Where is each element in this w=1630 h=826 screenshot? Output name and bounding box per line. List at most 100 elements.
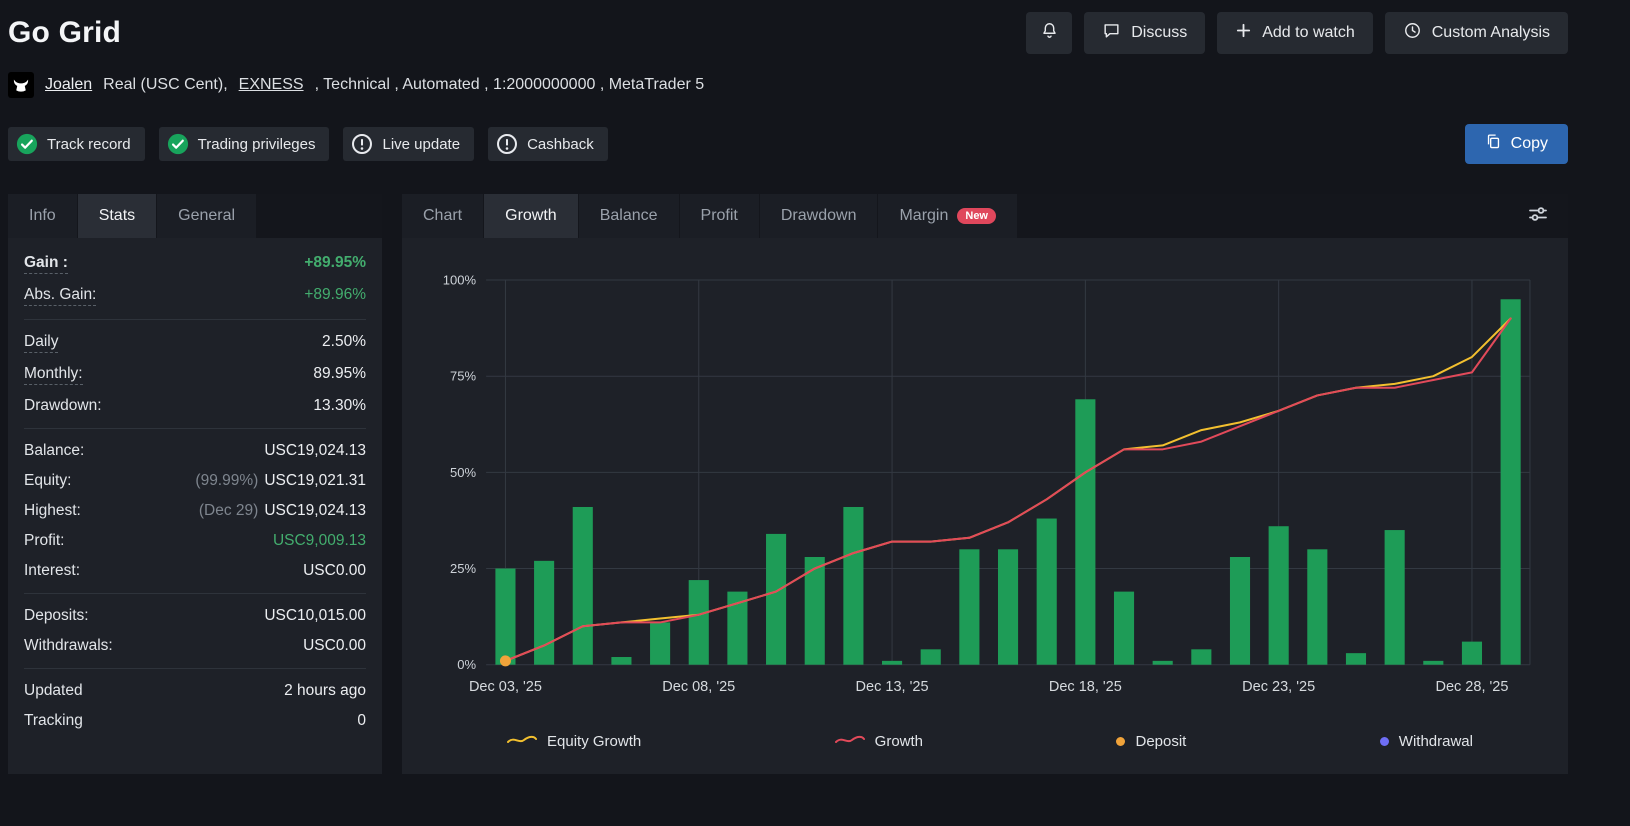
discuss-label: Discuss bbox=[1131, 24, 1188, 41]
stat-row-profit: Profit: USC9,009.13 bbox=[24, 526, 366, 556]
chart-tab-growth[interactable]: Growth bbox=[484, 194, 579, 238]
stat-row-interest: Interest: USC0.00 bbox=[24, 556, 366, 586]
page-title: Go Grid bbox=[8, 16, 122, 49]
stats-tab-general[interactable]: General bbox=[157, 194, 258, 238]
chart-tab-margin[interactable]: Margin New bbox=[878, 194, 1018, 238]
stat-row-monthly: Monthly: 89.95% bbox=[24, 359, 366, 391]
custom-analysis-label: Custom Analysis bbox=[1431, 24, 1550, 41]
stats-panel: Info Stats General Gain : +89.95% Abs. Gain:… bbox=[8, 194, 382, 774]
tab-label: Profit bbox=[700, 207, 738, 224]
stat-value: USC0.00 bbox=[303, 562, 366, 579]
check-icon bbox=[16, 133, 38, 155]
copy-icon bbox=[1485, 133, 1502, 155]
badge-track-record[interactable]: Track record bbox=[8, 127, 145, 161]
stat-row-tracking: Tracking 0 bbox=[24, 706, 366, 736]
chart-settings-button[interactable] bbox=[1526, 202, 1550, 231]
tab-label: Stats bbox=[98, 207, 136, 224]
bull-avatar bbox=[8, 72, 34, 98]
growth-chart[interactable]: 0% 25% 50% 75% 100% Dec 03, '25 Dec 08, '25 Dec… bbox=[424, 264, 1546, 717]
stat-value: USC10,015.00 bbox=[264, 607, 366, 624]
stat-label: Profit: bbox=[24, 532, 65, 549]
exclamation-icon bbox=[496, 133, 518, 155]
stat-value: 13.30% bbox=[313, 397, 366, 414]
legend-item-growth[interactable]: Growth bbox=[834, 732, 924, 750]
legend-label: Equity Growth bbox=[547, 732, 642, 750]
legend-item-equity-growth[interactable]: Equity Growth bbox=[507, 733, 641, 750]
badge-label: Cashback bbox=[527, 135, 594, 153]
stat-label: Withdrawals: bbox=[24, 637, 113, 654]
stat-row-abs-gain: Abs. Gain: +89.96% bbox=[24, 280, 366, 312]
badge-cashback[interactable]: Cashback bbox=[488, 127, 608, 161]
stat-label: Drawdown: bbox=[24, 397, 102, 414]
stats-tab-stats[interactable]: Stats bbox=[77, 194, 158, 238]
stat-value: +89.96% bbox=[304, 286, 366, 303]
stat-row-daily: Daily 2.50% bbox=[24, 327, 366, 359]
account-type: Real (USC Cent), bbox=[103, 76, 228, 93]
svg-text:75%: 75% bbox=[450, 369, 476, 384]
discuss-icon bbox=[1102, 21, 1121, 45]
stat-label: Abs. Gain: bbox=[24, 286, 97, 306]
legend-item-deposit[interactable]: Deposit bbox=[1116, 733, 1186, 750]
legend-label: Growth bbox=[874, 732, 924, 750]
stat-label: Monthly: bbox=[24, 365, 83, 385]
svg-text:Dec 08, '25: Dec 08, '25 bbox=[662, 679, 735, 695]
badge-label: Trading privileges bbox=[197, 135, 316, 153]
stat-row-highest: Highest: (Dec 29) USC19,024.13 bbox=[24, 496, 366, 526]
broker-link[interactable]: EXNESS bbox=[239, 76, 304, 94]
plus-icon bbox=[1235, 22, 1252, 44]
clock-icon bbox=[1403, 21, 1422, 45]
stat-value: USC9,009.13 bbox=[272, 532, 366, 549]
stat-label: Gain : bbox=[24, 254, 68, 274]
topbar-actions: Discuss Add to watch Custom Analysis bbox=[1026, 12, 1568, 54]
divider bbox=[24, 593, 366, 594]
badge-label: Track record bbox=[47, 135, 131, 153]
divider bbox=[24, 319, 366, 320]
custom-analysis-button[interactable]: Custom Analysis bbox=[1384, 12, 1568, 54]
badge-label: Live update bbox=[382, 135, 461, 153]
copy-button[interactable]: Copy bbox=[1464, 124, 1568, 164]
filter-sliders-icon bbox=[1526, 202, 1550, 231]
legend-line-swatch bbox=[507, 733, 537, 750]
stat-row-deposits: Deposits: USC10,015.00 bbox=[24, 601, 366, 631]
stats-tab-info[interactable]: Info bbox=[8, 194, 78, 238]
add-to-watch-button[interactable]: Add to watch bbox=[1217, 12, 1373, 54]
badge-row: Track record Trading privileges Live updat… bbox=[8, 124, 1568, 164]
legend-dot-swatch bbox=[1116, 736, 1126, 746]
new-badge: New bbox=[957, 208, 996, 224]
legend-label: Withdrawal bbox=[1398, 732, 1473, 750]
badges: Track record Trading privileges Live updat… bbox=[8, 127, 608, 161]
page: Go Grid Discuss Add to watch Custom Anal… bbox=[0, 0, 1630, 774]
legend-item-withdrawal[interactable]: Withdrawal bbox=[1379, 732, 1473, 750]
stat-label: Interest: bbox=[24, 562, 80, 579]
stat-row-withdrawals: Withdrawals: USC0.00 bbox=[24, 631, 366, 661]
chart-tab-balance[interactable]: Balance bbox=[578, 194, 680, 238]
main: Info Stats General Gain : +89.95% Abs. Gain:… bbox=[8, 194, 1568, 774]
tab-label: Chart bbox=[423, 207, 463, 224]
stat-label: Tracking bbox=[24, 712, 83, 729]
stat-value: (Dec 29) USC19,024.13 bbox=[198, 502, 366, 519]
legend-dot-swatch bbox=[1379, 736, 1389, 746]
chart-tab-profit[interactable]: Profit bbox=[679, 194, 760, 238]
chart-tab-drawdown[interactable]: Drawdown bbox=[759, 194, 879, 238]
stat-value-prefix: (99.99%) bbox=[195, 472, 259, 489]
tab-label: Margin bbox=[899, 207, 949, 224]
stats-tabbar: Info Stats General bbox=[8, 194, 382, 238]
badge-live-update[interactable]: Live update bbox=[343, 127, 475, 161]
discuss-button[interactable]: Discuss bbox=[1084, 12, 1206, 54]
topbar: Go Grid Discuss Add to watch Custom Anal… bbox=[8, 12, 1568, 54]
tab-label: Info bbox=[29, 207, 56, 224]
stat-label: Balance: bbox=[24, 442, 85, 459]
legend-line-swatch bbox=[834, 733, 865, 750]
chart-tabbar: Chart Growth Balance Profit Drawdown Margin Ne… bbox=[402, 194, 1568, 238]
notifications-button[interactable] bbox=[1026, 12, 1073, 54]
svg-text:0%: 0% bbox=[457, 657, 476, 672]
stat-value-prefix: (Dec 29) bbox=[198, 502, 259, 519]
account-name-link[interactable]: Joalen bbox=[45, 76, 92, 94]
stat-row-drawdown: Drawdown: 13.30% bbox=[24, 391, 366, 421]
exclamation-icon bbox=[351, 133, 373, 155]
badge-trading-privileges[interactable]: Trading privileges bbox=[158, 127, 330, 161]
chart-tab-chart[interactable]: Chart bbox=[402, 194, 485, 238]
stat-row-gain: Gain : +89.95% bbox=[24, 248, 366, 280]
tab-label: General bbox=[178, 207, 236, 224]
svg-text:Dec 18, '25: Dec 18, '25 bbox=[1049, 679, 1122, 695]
